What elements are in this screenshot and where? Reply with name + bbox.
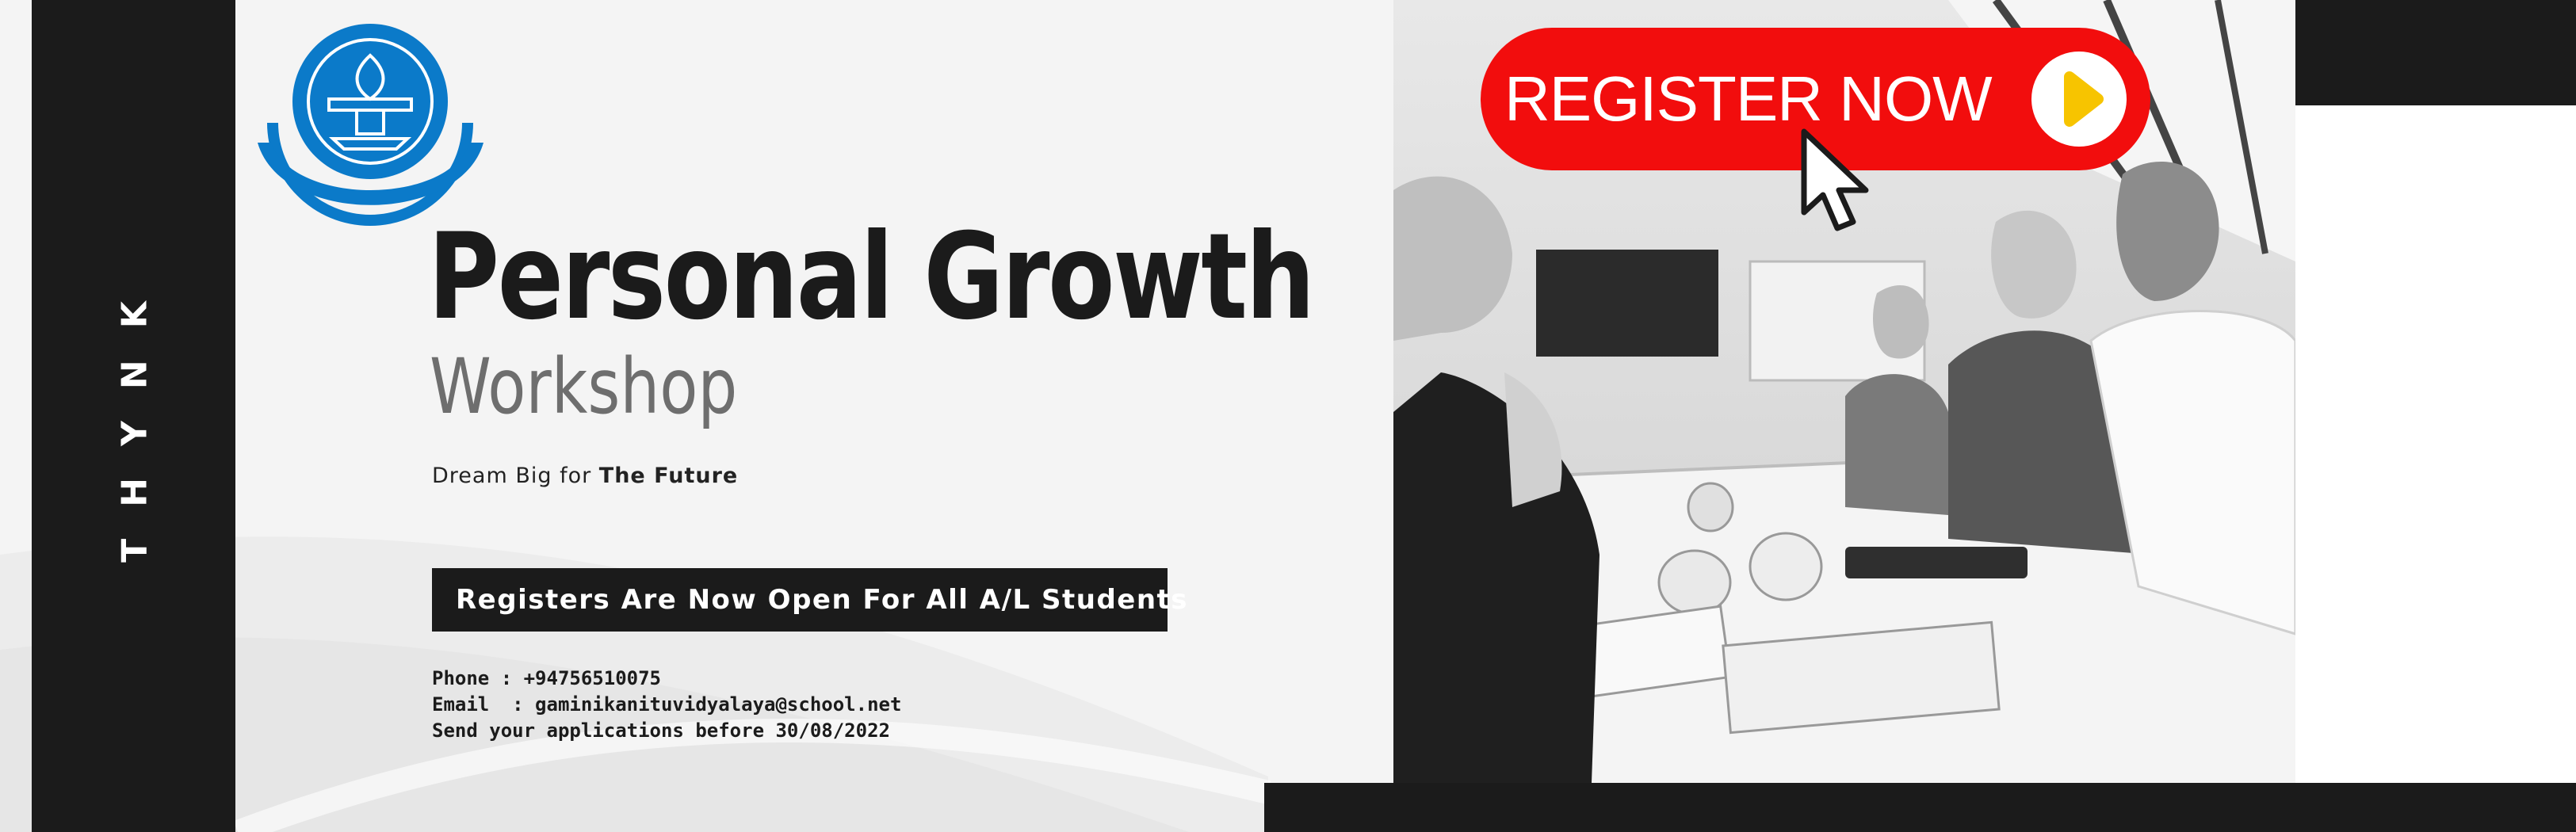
mouse-pointer-icon	[1801, 128, 1869, 231]
email-line: Email : gaminikanituvidyalaya@school.net	[432, 693, 902, 716]
tagline-prefix: Dream Big for	[432, 464, 599, 488]
workshop-title: Personal Growth	[428, 208, 1315, 346]
bottom-dark-bar	[1264, 783, 2576, 832]
top-right-dark-bar	[2295, 0, 2576, 105]
register-now-label: REGISTER NOW	[1504, 63, 1993, 134]
tagline: Dream Big for The Future	[432, 464, 738, 488]
right-white-panel	[2295, 105, 2576, 783]
workshop-subtitle: Workshop	[430, 342, 738, 431]
deadline-line: Send your applications before 30/08/2022	[432, 719, 890, 742]
school-crest-icon	[258, 24, 483, 226]
contact-details: Phone : +94756510075 Email : gaminikanit…	[432, 666, 901, 744]
brand-name-vertical: THYNK	[114, 269, 155, 563]
phone-line: Phone : +94756510075	[432, 667, 661, 689]
tagline-emphasis: The Future	[598, 464, 739, 488]
play-button[interactable]	[2031, 52, 2127, 147]
banner-text: Registers Are Now Open For All A/L Stude…	[456, 584, 1189, 616]
registration-open-banner: Registers Are Now Open For All A/L Stude…	[432, 568, 1187, 632]
play-arrow-icon	[2064, 71, 2104, 127]
